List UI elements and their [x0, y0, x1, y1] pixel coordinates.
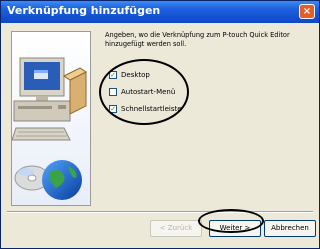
title-bar[interactable]: Verknüpfung hinzufügen ×	[1, 1, 319, 23]
autostart-checkbox[interactable]	[109, 88, 117, 96]
cancel-button[interactable]: Abbrechen	[264, 220, 316, 237]
globe-icon	[42, 160, 82, 200]
next-button[interactable]: Weiter >	[209, 220, 261, 237]
check-icon: ✓	[110, 105, 116, 113]
quicklaunch-label: Schnellstartleiste	[121, 105, 182, 113]
window-title: Verknüpfung hinzufügen	[7, 4, 161, 17]
wizard-illustration	[11, 31, 91, 206]
autostart-label: Autostart-Menü	[121, 88, 176, 96]
check-icon: ✓	[110, 71, 116, 79]
instruction-text: Angeben, wo die Verknüpfung zum P-touch …	[105, 31, 290, 48]
back-button[interactable]: < Zurück	[150, 220, 202, 237]
desktop-checkbox[interactable]: ✓	[109, 71, 117, 79]
quicklaunch-checkbox[interactable]: ✓	[109, 105, 117, 113]
desktop-label: Desktop	[121, 71, 150, 79]
close-icon[interactable]: ×	[299, 4, 315, 19]
button-divider	[7, 211, 313, 213]
dialog-window: Verknüpfung hinzufügen × Angeben, wo die…	[0, 0, 320, 249]
computer-icon	[12, 32, 90, 205]
